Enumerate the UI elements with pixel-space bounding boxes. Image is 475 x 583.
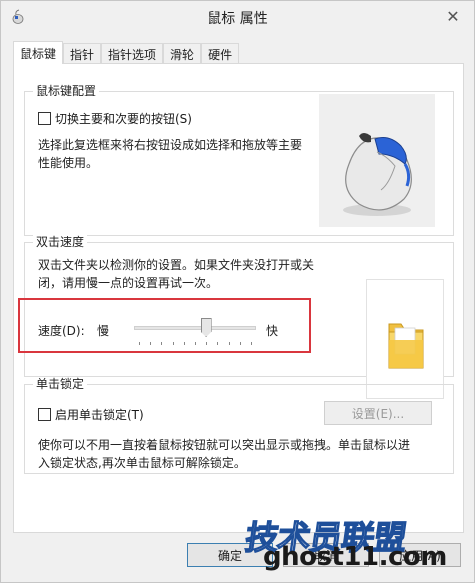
swap-buttons-label: 切换主要和次要的按钮(S) xyxy=(55,112,192,126)
close-icon: ✕ xyxy=(446,6,460,26)
click-lock-checkbox[interactable] xyxy=(38,408,51,421)
tab-pointer-options[interactable]: 指针选项 xyxy=(101,43,164,64)
title-bar: 鼠标 属性 ✕ xyxy=(1,1,474,33)
click-lock-checkbox-row[interactable]: 启用单击锁定(T) xyxy=(38,406,144,423)
double-click-title: 双击速度 xyxy=(33,235,88,249)
swap-description: 选择此复选框来将右按钮设成如选择和拖放等主要 性能使用。 xyxy=(38,138,303,170)
click-lock-description: 使你可以不用一直按着鼠标按钮就可以突出显示或拖拽。单击鼠标以进 入锁定状态,再次… xyxy=(38,438,411,470)
double-click-description: 双击文件夹以检测你的设置。如果文件夹没打开或关 闭，请用慢一点的设置再试一次。 xyxy=(38,258,315,290)
tab-hardware[interactable]: 硬件 xyxy=(201,43,240,64)
close-button[interactable]: ✕ xyxy=(438,5,468,27)
button-config-title: 鼠标键配置 xyxy=(33,84,100,98)
swap-buttons-checkbox[interactable] xyxy=(38,112,51,125)
tab-strip: 鼠标键 指针 指针选项 滑轮 硬件 xyxy=(13,41,240,64)
mouse-image-icon xyxy=(343,133,412,216)
swap-buttons-checkbox-row[interactable]: 切换主要和次要的按钮(S) xyxy=(38,110,192,127)
ok-button[interactable]: 确定 xyxy=(187,543,273,567)
speed-highlight-annotation xyxy=(18,298,311,353)
window-title: 鼠标 属性 xyxy=(207,11,268,27)
click-lock-settings-button[interactable]: 设置(E)... xyxy=(324,401,432,425)
double-click-test-area[interactable] xyxy=(366,279,444,399)
cancel-button[interactable]: 取消 xyxy=(283,543,369,567)
click-lock-title: 单击锁定 xyxy=(33,377,88,391)
tab-wheel[interactable]: 滑轮 xyxy=(163,43,202,64)
folder-icon[interactable] xyxy=(367,280,445,400)
mouse-properties-dialog: 鼠标 属性 ✕ 鼠标键 指针 指针选项 滑轮 硬件 鼠标键配置 切换主要和次要的… xyxy=(0,0,475,583)
click-lock-label: 启用单击锁定(T) xyxy=(55,408,144,422)
tab-buttons[interactable]: 鼠标键 xyxy=(13,41,64,64)
apply-button[interactable]: 应用(A) xyxy=(379,543,461,567)
tab-pointers[interactable]: 指针 xyxy=(63,43,102,64)
mouse-illustration xyxy=(319,94,435,227)
